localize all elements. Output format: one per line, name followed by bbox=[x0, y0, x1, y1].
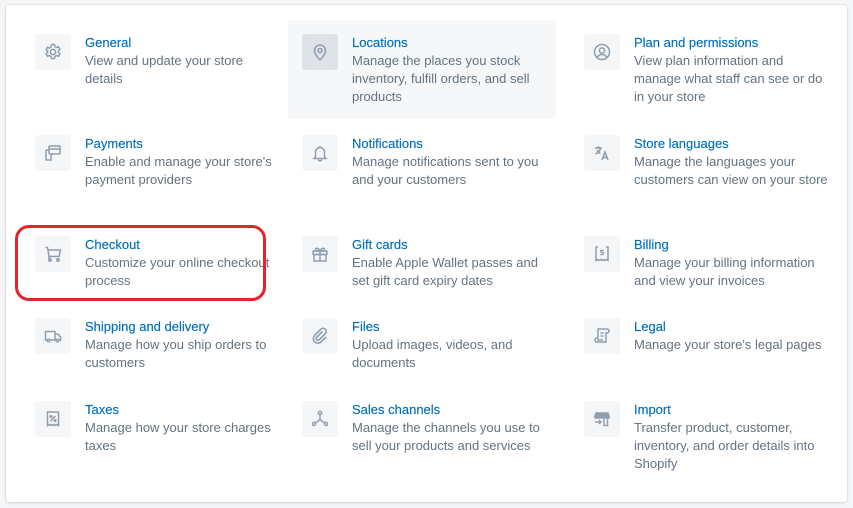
gift-icon bbox=[302, 236, 338, 272]
billing-icon: $ bbox=[584, 236, 620, 272]
settings-item-title: Store languages bbox=[634, 136, 729, 151]
settings-item-store-languages[interactable]: Store languages Manage the languages you… bbox=[570, 121, 838, 220]
settings-item-locations[interactable]: Locations Manage the places you stock in… bbox=[288, 20, 556, 119]
settings-item-description: Manage the languages your customers can … bbox=[634, 154, 828, 187]
settings-item-description: Enable Apple Wallet passes and set gift … bbox=[352, 255, 538, 288]
settings-item-title: Plan and permissions bbox=[634, 35, 759, 50]
location-pin-icon bbox=[302, 34, 338, 70]
settings-item-title: Shipping and delivery bbox=[85, 319, 210, 334]
settings-item-description: Customize your online checkout process bbox=[85, 255, 270, 288]
settings-item-taxes[interactable]: Taxes Manage how your store charges taxe… bbox=[21, 387, 289, 486]
legal-scroll-icon bbox=[584, 318, 620, 354]
settings-item-description: Manage your store's legal pages bbox=[634, 337, 822, 352]
settings-item-title: Billing bbox=[634, 237, 669, 252]
truck-icon bbox=[35, 318, 71, 354]
cart-icon bbox=[35, 236, 71, 272]
settings-item-description: Manage your billing information and view… bbox=[634, 255, 815, 288]
settings-item-title: Sales channels bbox=[352, 402, 441, 417]
settings-item-description: Manage the places you stock inventory, f… bbox=[352, 53, 530, 104]
tax-receipt-icon bbox=[35, 401, 71, 437]
user-circle-icon bbox=[584, 34, 620, 70]
settings-item-general[interactable]: General View and update your store detai… bbox=[21, 20, 289, 119]
paperclip-icon bbox=[302, 318, 338, 354]
settings-item-notifications[interactable]: Notifications Manage notifications sent … bbox=[288, 121, 556, 220]
settings-item-description: Manage notifications sent to you and you… bbox=[352, 154, 539, 187]
settings-item-description: Manage how you ship orders to customers bbox=[85, 337, 267, 370]
settings-item-title: Taxes bbox=[85, 402, 119, 417]
settings-item-title: General bbox=[85, 35, 132, 50]
settings-item-import[interactable]: Import Transfer product, customer, inven… bbox=[570, 387, 838, 486]
payments-icon bbox=[35, 135, 71, 171]
settings-item-title: Files bbox=[352, 319, 380, 334]
svg-text:$: $ bbox=[599, 248, 605, 257]
settings-item-title: Payments bbox=[85, 136, 143, 151]
settings-item-title: Import bbox=[634, 402, 671, 417]
settings-item-title: Locations bbox=[352, 35, 408, 50]
settings-item-description: Upload images, videos, and documents bbox=[352, 337, 513, 370]
settings-item-payments[interactable]: Payments Enable and manage your store's … bbox=[21, 121, 289, 220]
gear-icon bbox=[35, 34, 71, 70]
settings-item-description: Transfer product, customer, inventory, a… bbox=[634, 420, 815, 471]
settings-item-description: View and update your store details bbox=[85, 53, 244, 86]
settings-item-title: Notifications bbox=[352, 136, 423, 151]
bell-icon bbox=[302, 135, 338, 171]
settings-item-title: Checkout bbox=[85, 237, 140, 252]
settings-item-description: Enable and manage your store's payment p… bbox=[85, 154, 272, 187]
sales-channels-icon bbox=[302, 401, 338, 437]
settings-item-plan-and-permissions[interactable]: Plan and permissions View plan informati… bbox=[570, 20, 838, 119]
settings-item-sales-channels[interactable]: Sales channels Manage the channels you u… bbox=[288, 387, 556, 486]
settings-item-title: Legal bbox=[634, 319, 666, 334]
settings-item-description: Manage the channels you use to sell your… bbox=[352, 420, 540, 453]
translate-icon bbox=[584, 135, 620, 171]
settings-item-title: Gift cards bbox=[352, 237, 408, 252]
settings-item-description: View plan information and manage what st… bbox=[634, 53, 823, 104]
settings-card: General View and update your store detai… bbox=[6, 5, 847, 502]
settings-item-description: Manage how your store charges taxes bbox=[85, 420, 271, 453]
import-icon bbox=[584, 401, 620, 437]
